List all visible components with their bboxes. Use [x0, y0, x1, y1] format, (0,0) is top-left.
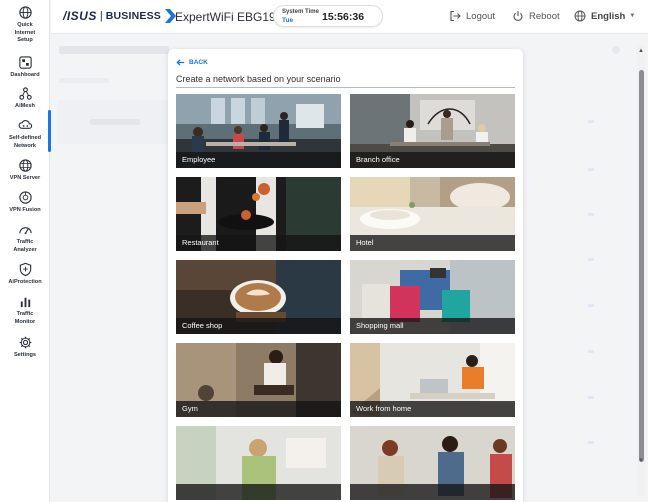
- logout-button[interactable]: Logout: [449, 10, 495, 22]
- scroll-up-icon[interactable]: ▲: [638, 47, 644, 55]
- sidebar-item-label: Traffic Analyzer: [13, 239, 37, 253]
- system-time-label: System Time: [282, 9, 319, 15]
- back-button[interactable]: BACK: [176, 58, 208, 67]
- scenario-tile-coffee-shop[interactable]: Coffee shop: [176, 260, 341, 334]
- sidebar-item-vpn-server[interactable]: VPN Server: [0, 158, 50, 183]
- scenario-tile-gym[interactable]: Gym: [176, 343, 341, 417]
- logout-label: Logout: [466, 10, 496, 22]
- scenario-modal: BACK Create a network based on your scen…: [168, 49, 523, 502]
- arrow-left-icon: [176, 59, 185, 66]
- background-indicator: [588, 168, 594, 171]
- scenario-tile-hotel[interactable]: Hotel: [350, 177, 515, 251]
- background-indicator: [588, 350, 594, 353]
- background-subtitle: [59, 78, 109, 83]
- background-add-icon: [612, 46, 620, 54]
- sidebar-item-quick-internet-setup[interactable]: Quick Internet Setup: [0, 5, 50, 45]
- vpn-globe-icon: [18, 159, 32, 172]
- dashboard-icon: [18, 56, 32, 69]
- sidebar-item-label: AiMesh: [15, 103, 35, 109]
- background-indicator: [588, 304, 594, 307]
- header: /ISUS | BUSINESS ExpertWiFi EBG19P Syste…: [51, 0, 648, 34]
- system-time-clock: 15:56:36: [322, 11, 365, 23]
- scenario-tile[interactable]: [350, 426, 515, 500]
- sidebar-item-label: VPN Fusion: [9, 207, 41, 213]
- model-name: ExpertWiFi EBG19P: [175, 10, 284, 24]
- scenario-label: Gym: [182, 404, 198, 413]
- scenario-tile[interactable]: [176, 426, 341, 500]
- scenario-label: Restaurant: [182, 238, 219, 247]
- shield-icon: [19, 262, 31, 277]
- background-indicator: [588, 441, 594, 444]
- background-card-text: [90, 119, 140, 125]
- network-cloud-icon: [18, 120, 32, 129]
- caret-down-icon: ▼: [629, 13, 636, 19]
- background-indicator: [588, 120, 594, 123]
- scenario-tile-shopping-mall[interactable]: Shopping mall: [350, 260, 515, 334]
- brand-business: BUSINESS: [105, 10, 161, 22]
- gear-icon: [19, 336, 31, 349]
- scenario-tile-work-from-home[interactable]: Work from home: [350, 343, 515, 417]
- sidebar-item-vpn-fusion[interactable]: VPN Fusion: [0, 190, 50, 215]
- scenario-label: Work from home: [356, 404, 412, 413]
- scenario-tile-restaurant[interactable]: Restaurant: [176, 177, 341, 251]
- background-indicator: [588, 213, 594, 216]
- scenario-label: Hotel: [356, 238, 374, 247]
- scenario-label: Branch office: [356, 155, 400, 164]
- aimesh-icon: [18, 87, 32, 100]
- sidebar-item-aiprotection[interactable]: AiProtection: [0, 262, 50, 287]
- scenario-label: Employee: [182, 155, 216, 164]
- background-indicator: [588, 396, 594, 399]
- vpn-fusion-icon: [18, 191, 32, 204]
- sidebar-item-label: Settings: [13, 352, 37, 358]
- sidebar-item-label: Self-defined Network: [8, 135, 41, 149]
- system-time-day: Tue: [282, 17, 294, 24]
- background-page-title: [59, 46, 169, 54]
- reboot-button[interactable]: Reboot: [512, 10, 560, 22]
- scrollbar-thumb[interactable]: [639, 70, 644, 462]
- sidebar-item-aimesh[interactable]: AiMesh: [0, 86, 50, 111]
- language-selector[interactable]: English ▼: [574, 10, 635, 22]
- system-time-badge: System Time Tue 15:56:36: [273, 5, 383, 27]
- analyzer-icon: [18, 227, 32, 235]
- sidebar-item-traffic-monitor[interactable]: Traffic Monitor: [0, 294, 50, 326]
- asus-business-logo: /ISUS | BUSINESS: [63, 9, 176, 23]
- language-label: English: [591, 10, 626, 22]
- sidebar-item-label: Dashboard: [10, 72, 40, 78]
- globe-gear-icon: [18, 6, 32, 19]
- sidebar: Quick Internet Setup Dashboard AiMesh Se…: [0, 0, 51, 502]
- background-indicator: [588, 258, 594, 261]
- modal-title: Create a network based on your scenario: [176, 74, 341, 84]
- logout-icon: [450, 10, 461, 22]
- back-label: BACK: [189, 59, 208, 66]
- sidebar-item-dashboard[interactable]: Dashboard: [0, 55, 50, 80]
- sidebar-item-label: AiProtection: [8, 279, 42, 285]
- sidebar-item-traffic-analyzer[interactable]: Traffic Analyzer: [0, 222, 50, 254]
- sidebar-item-self-defined-network[interactable]: Self-defined Network: [0, 110, 51, 152]
- scenario-tile-branch-office[interactable]: Branch office: [350, 94, 515, 168]
- tile-caption-bar: [176, 401, 341, 417]
- brand-separator: |: [99, 10, 103, 22]
- reboot-label: Reboot: [529, 10, 560, 22]
- sidebar-item-label: Quick Internet Setup: [14, 22, 36, 43]
- tile-caption-bar: [176, 484, 341, 500]
- title-divider: [176, 87, 515, 88]
- scenario-label: Shopping mall: [356, 321, 404, 330]
- globe-icon: [574, 10, 586, 22]
- bar-chart-icon: [20, 297, 30, 308]
- sidebar-item-label: VPN Server: [9, 175, 41, 181]
- tile-caption-bar: [350, 235, 515, 251]
- scroll-down-icon[interactable]: ▼: [638, 457, 644, 465]
- scenario-label: Coffee shop: [182, 321, 223, 330]
- power-icon: [513, 11, 523, 21]
- tile-caption-bar: [350, 484, 515, 500]
- sidebar-item-settings[interactable]: Settings: [0, 335, 50, 360]
- scenario-tile-employee[interactable]: Employee: [176, 94, 341, 168]
- brand-asus: /ISUS: [63, 9, 97, 23]
- sidebar-item-label: Traffic Monitor: [14, 311, 36, 325]
